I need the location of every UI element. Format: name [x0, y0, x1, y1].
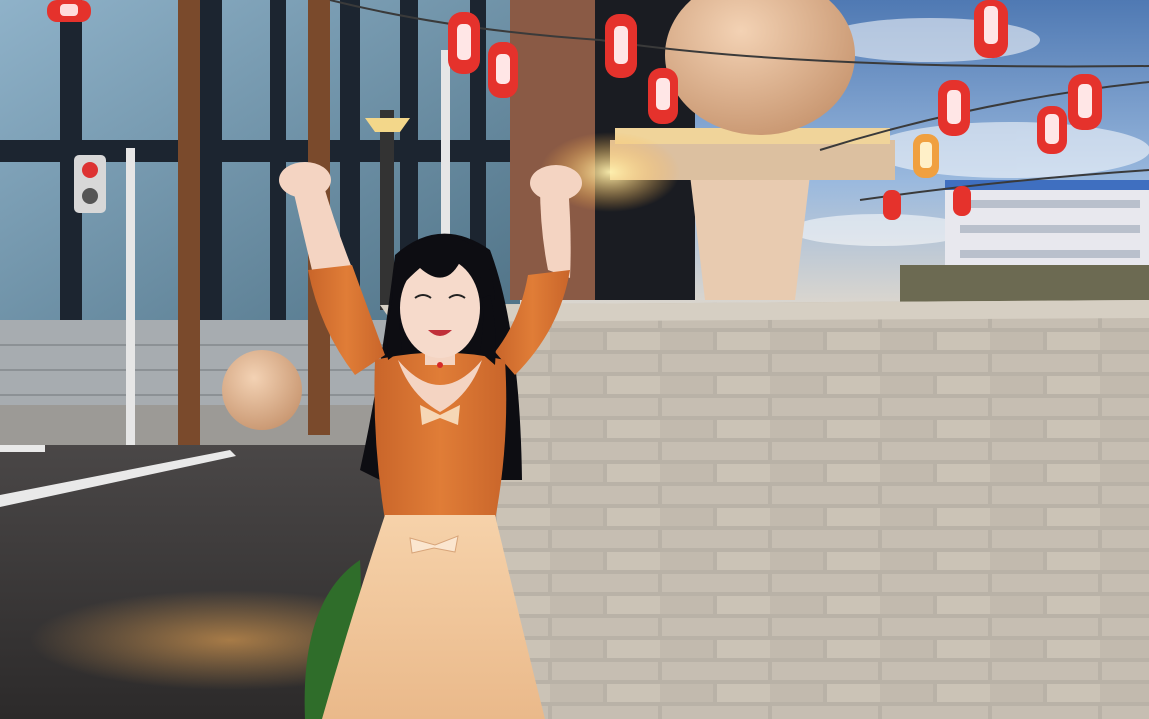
- lantern-icon: [913, 134, 939, 178]
- lantern-icon: [448, 12, 480, 74]
- left-fist: [279, 162, 331, 198]
- lantern-icon: [1037, 106, 1067, 154]
- lantern-icon: [648, 68, 678, 124]
- lantern-icon: [953, 186, 971, 216]
- lantern-icon: [605, 14, 637, 78]
- lantern-icon: [47, 0, 91, 22]
- lantern-icon: [1068, 74, 1102, 130]
- stone-ball: [222, 350, 302, 430]
- game-viewport[interactable]: [0, 0, 1149, 719]
- scene-canvas: [0, 0, 1149, 719]
- right-fist: [530, 165, 582, 201]
- traffic-light-pole: [126, 148, 135, 445]
- lantern-icon: [938, 80, 970, 136]
- traffic-light: [74, 155, 106, 213]
- utility-pole-left: [178, 0, 200, 445]
- lantern-icon: [488, 42, 518, 98]
- lantern-icon: [974, 0, 1008, 58]
- lantern-icon: [883, 190, 901, 220]
